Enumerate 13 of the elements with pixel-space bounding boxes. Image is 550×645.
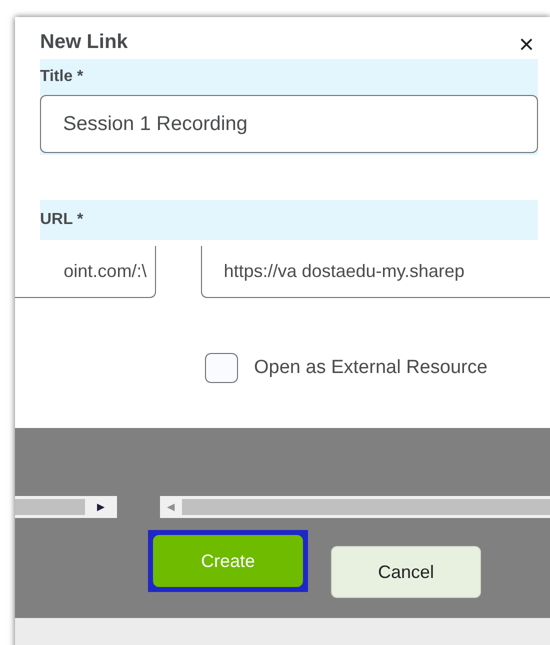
scrollbar-thumb[interactable] (15, 499, 85, 515)
url-field[interactable]: oint.com/:\ (15, 246, 156, 298)
field-label: Title * (40, 67, 84, 87)
close-button[interactable]: × (518, 31, 534, 57)
checkbox-label: Open as External Resource (254, 356, 488, 380)
cancel-button[interactable]: Cancel (331, 546, 481, 598)
field-label: URL * (40, 210, 84, 230)
url-field[interactable]: https://va dostaedu-my.sharep (200, 246, 550, 298)
checkbox[interactable] (205, 353, 238, 383)
dialog-title: New Link (40, 30, 128, 55)
scrollbar-thumb[interactable] (182, 499, 550, 515)
right-arrow-button[interactable]: ▶ (85, 500, 117, 514)
title-field[interactable]: Session 1 Recording (40, 95, 538, 153)
